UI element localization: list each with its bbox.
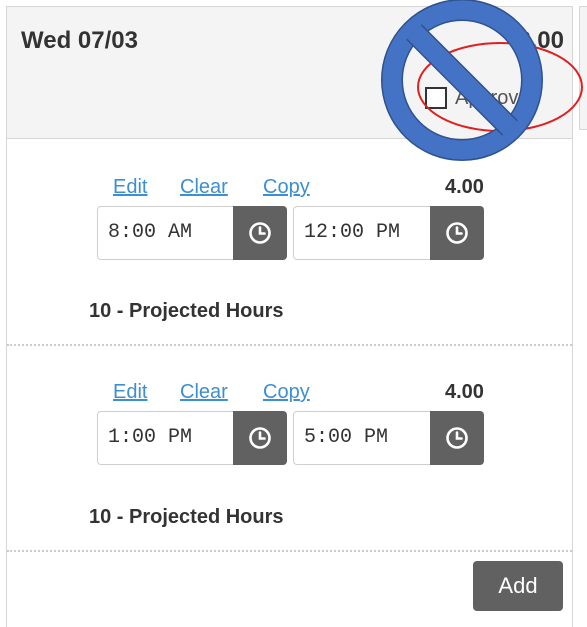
clock-icon bbox=[249, 427, 271, 449]
add-entry-button[interactable]: Add bbox=[473, 561, 563, 611]
project-label: 10 - Projected Hours bbox=[89, 300, 284, 322]
clear-link[interactable]: Clear bbox=[180, 176, 228, 199]
day-date: Wed 07/03 bbox=[21, 27, 138, 54]
prohibited-icon bbox=[381, 0, 543, 161]
copy-link[interactable]: Copy bbox=[263, 381, 310, 404]
edit-link[interactable]: Edit bbox=[113, 176, 147, 199]
project-label: 10 - Projected Hours bbox=[89, 506, 284, 528]
clock-icon bbox=[446, 222, 468, 244]
start-time-picker-button[interactable] bbox=[233, 206, 287, 260]
entry-divider bbox=[7, 550, 572, 552]
entry-hours: 4.00 bbox=[445, 176, 484, 198]
start-time-input[interactable]: 8:00 AM bbox=[97, 206, 234, 260]
clock-icon bbox=[249, 222, 271, 244]
copy-link[interactable]: Copy bbox=[263, 176, 310, 199]
clear-link[interactable]: Clear bbox=[180, 381, 228, 404]
start-time-input[interactable]: 1:00 PM bbox=[97, 411, 234, 465]
end-time-input[interactable]: 5:00 PM bbox=[293, 411, 431, 465]
entry-hours: 4.00 bbox=[445, 381, 484, 403]
end-time-picker-button[interactable] bbox=[430, 411, 484, 465]
start-time-picker-button[interactable] bbox=[233, 411, 287, 465]
clock-icon bbox=[446, 427, 468, 449]
end-time-input[interactable]: 12:00 PM bbox=[293, 206, 431, 260]
end-time-picker-button[interactable] bbox=[430, 206, 484, 260]
entry-divider bbox=[7, 344, 572, 346]
edit-link[interactable]: Edit bbox=[113, 381, 147, 404]
